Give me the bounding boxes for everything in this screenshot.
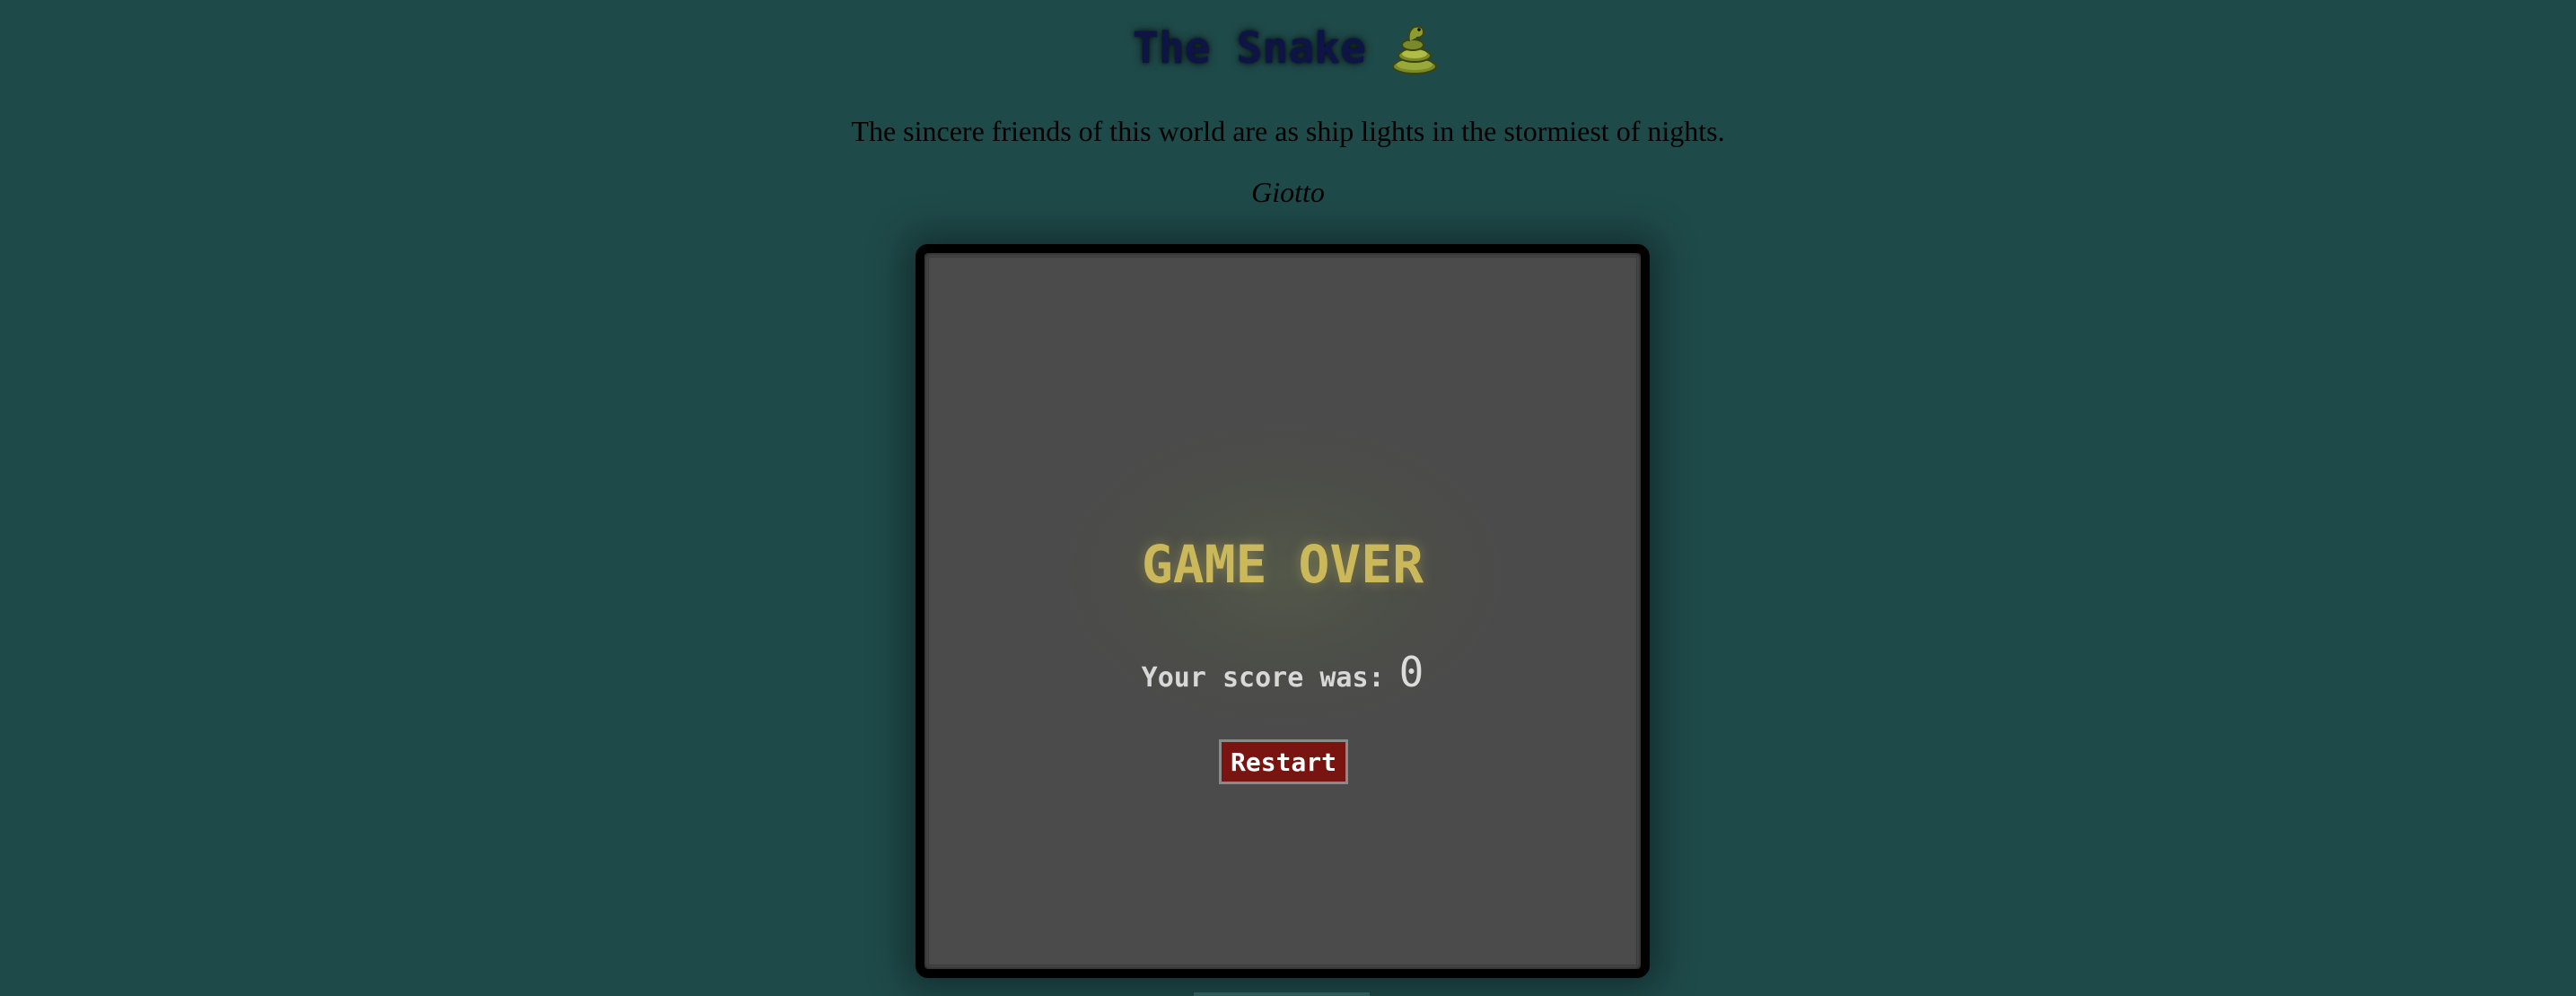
page-header: The Snake xyxy=(0,13,2576,84)
bottom-tab xyxy=(1194,992,1370,996)
score-row: Your score was: 0 xyxy=(916,648,1650,696)
game-over-title: GAME OVER xyxy=(1141,534,1424,595)
score-label: Your score was: xyxy=(1141,662,1385,694)
quote-author: Giotto xyxy=(1251,176,1325,208)
game-board-inner xyxy=(928,257,1637,965)
snake-icon xyxy=(1386,20,1443,77)
game-board[interactable] xyxy=(916,244,1650,978)
quote-text: The sincere friends of this world are as… xyxy=(851,115,1725,147)
score-value: 0 xyxy=(1398,648,1424,696)
restart-button[interactable]: Restart xyxy=(1219,739,1348,784)
page-title: The Snake xyxy=(1132,23,1367,74)
